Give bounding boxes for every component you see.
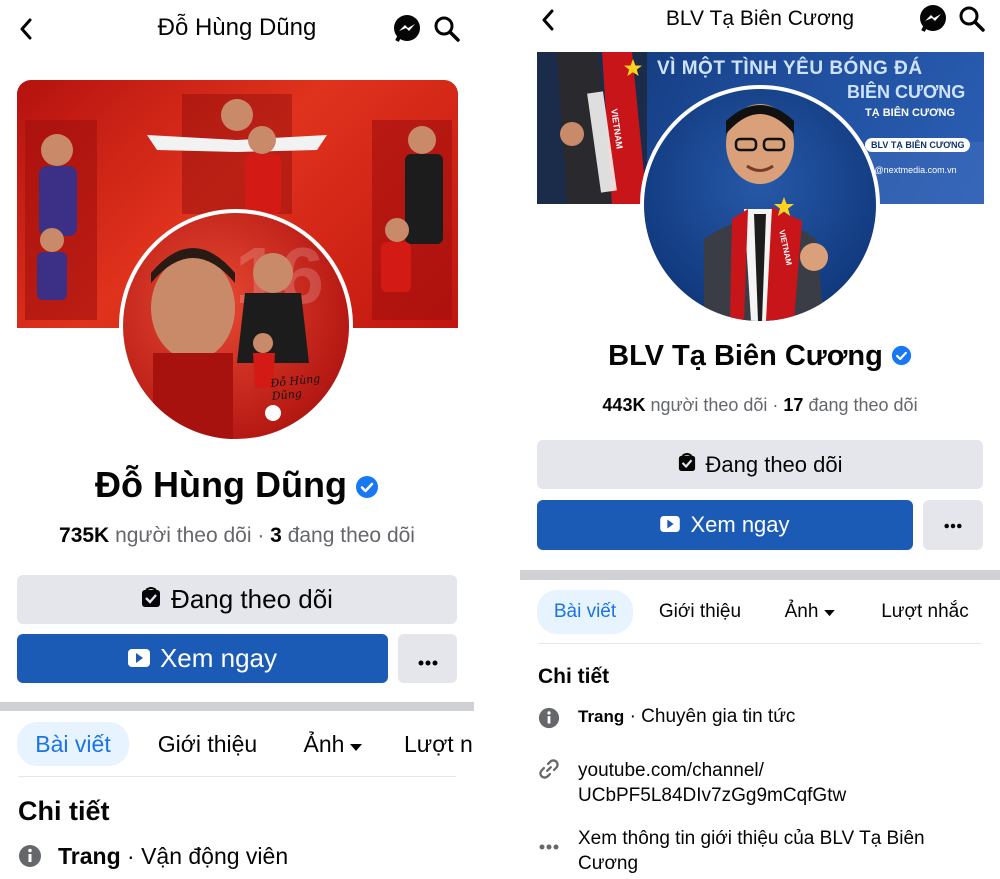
more-horizontal-icon (538, 834, 560, 856)
tab-reels[interactable]: Lượt n (404, 722, 474, 766)
page-category: · Vận động viên (120, 843, 289, 869)
verified-badge-icon (355, 466, 379, 508)
profile-name: BLV Tạ Biên Cương (608, 340, 883, 372)
tab-reels[interactable]: Lượt nhắc (870, 590, 980, 634)
following-check-icon (141, 584, 161, 615)
profile-name: Đỗ Hùng Dũng (95, 464, 347, 505)
play-video-icon (127, 643, 150, 674)
profile-tabs: Bài viết Giới thiệu Ảnh Lượt nhắc (520, 590, 1000, 636)
followers-label: người theo dõi (650, 395, 768, 415)
page-kind: Trang (58, 843, 121, 869)
cover-slogan-line5: qc@nextmedia.com.vn (865, 165, 957, 175)
following-count[interactable]: 17 (783, 395, 803, 415)
info-icon (18, 844, 42, 874)
cover-slogan-line4: BLV TẠ BIÊN CƯƠNG (865, 138, 971, 152)
cover-slogan-line1: VÌ MỘT TÌNH YÊU BÓNG ĐÁ (657, 58, 923, 79)
play-video-icon (660, 512, 681, 538)
detail-see-about[interactable]: Xem thông tin giới thiệu của BLV Tạ Biên… (538, 826, 925, 876)
dropdown-caret-icon (350, 731, 363, 758)
more-dots-icon (418, 646, 438, 672)
watch-now-button[interactable]: Xem ngay (17, 634, 388, 683)
verified-badge-icon (891, 341, 912, 374)
section-divider (0, 702, 474, 711)
see-about-line2: Cương (578, 853, 639, 874)
tab-photos[interactable]: Ảnh (298, 722, 368, 766)
top-bar: BLV Tạ Biên Cương (520, 0, 1000, 50)
tabs-underline (18, 776, 456, 777)
following-button[interactable]: Đang theo dõi (17, 575, 457, 624)
info-icon (538, 707, 560, 735)
section-divider (520, 570, 1000, 580)
search-icon[interactable] (957, 4, 987, 34)
dropdown-caret-icon (824, 601, 836, 623)
stats-separator: · (257, 524, 271, 547)
followers-count[interactable]: 735K (59, 524, 109, 547)
profile-panel-bien-cuong: BLV Tạ Biên Cương VÌ MỘT TÌNH YÊU BÓNG Đ… (520, 0, 1000, 879)
messenger-icon[interactable] (918, 4, 948, 34)
tab-photos-label: Ảnh (784, 601, 819, 622)
followers-label: người theo dõi (115, 524, 252, 547)
website-link-line1[interactable]: youtube.com/channel/ (578, 758, 846, 783)
stats-separator: · (772, 395, 784, 415)
profile-tabs: Bài viết Giới thiệu Ảnh Lượt n (0, 722, 474, 768)
profile-name-row: Đỗ Hùng Dũng (0, 464, 474, 508)
search-icon[interactable] (432, 14, 462, 44)
tabs-underline (538, 643, 982, 644)
following-check-icon (678, 452, 696, 478)
tab-about[interactable]: Giới thiệu (650, 590, 750, 634)
follow-stats: 443K người theo dõi · 17 đang theo dõi (520, 395, 1000, 416)
top-bar: Đỗ Hùng Dũng (0, 0, 474, 58)
tab-photos-label: Ảnh (303, 730, 345, 757)
link-icon (538, 758, 560, 786)
cover-flag-star-icon (623, 58, 643, 83)
cover-slogan-line3: TẠ BIÊN CƯƠNG (865, 107, 956, 119)
watch-now-label: Xem ngay (159, 643, 278, 673)
profile-avatar[interactable]: VIETNAM (640, 85, 880, 325)
followers-count[interactable]: 443K (602, 395, 645, 415)
tab-posts[interactable]: Bài viết (17, 722, 129, 766)
more-options-button[interactable] (398, 634, 457, 683)
profile-panel-hung-dung: Đỗ Hùng Dũng 16 (0, 0, 474, 879)
tab-photos[interactable]: Ảnh (775, 590, 845, 634)
details-heading: Chi tiết (18, 796, 110, 826)
detail-website-link[interactable]: youtube.com/channel/ UCbPF5L84DIv7zGg9mC… (538, 758, 846, 808)
messenger-icon[interactable] (392, 14, 422, 44)
see-about-line1: Xem thông tin giới thiệu của BLV Tạ Biên (578, 828, 925, 849)
following-button-label: Đang theo dõi (171, 584, 333, 614)
following-button[interactable]: Đang theo dõi (537, 440, 983, 489)
following-label: đang theo dõi (287, 524, 415, 547)
page-category: · Chuyên gia tin tức (624, 706, 796, 727)
follow-stats: 735K người theo dõi · 3 đang theo dõi (0, 524, 474, 548)
profile-name-row: BLV Tạ Biên Cương (520, 340, 1000, 374)
detail-page-category: Trang · Vận động viên (18, 843, 288, 874)
profile-avatar[interactable]: 16 Đỗ Hùng Dũng (119, 209, 353, 443)
website-link-line2[interactable]: UCbPF5L84DIv7zGg9mCqfGtw (578, 783, 846, 808)
watch-now-button[interactable]: Xem ngay (537, 500, 913, 550)
more-dots-icon (944, 516, 962, 534)
page-kind: Trang (578, 707, 625, 726)
tab-posts[interactable]: Bài viết (537, 590, 633, 634)
detail-page-category: Trang · Chuyên gia tin tức (538, 706, 795, 735)
following-label: đang theo dõi (808, 395, 918, 415)
following-count[interactable]: 3 (270, 524, 282, 547)
more-options-button[interactable] (923, 500, 983, 550)
following-button-label: Đang theo dõi (705, 451, 843, 477)
details-heading: Chi tiết (538, 665, 610, 688)
tab-about[interactable]: Giới thiệu (150, 722, 265, 766)
watch-now-label: Xem ngay (690, 512, 790, 537)
